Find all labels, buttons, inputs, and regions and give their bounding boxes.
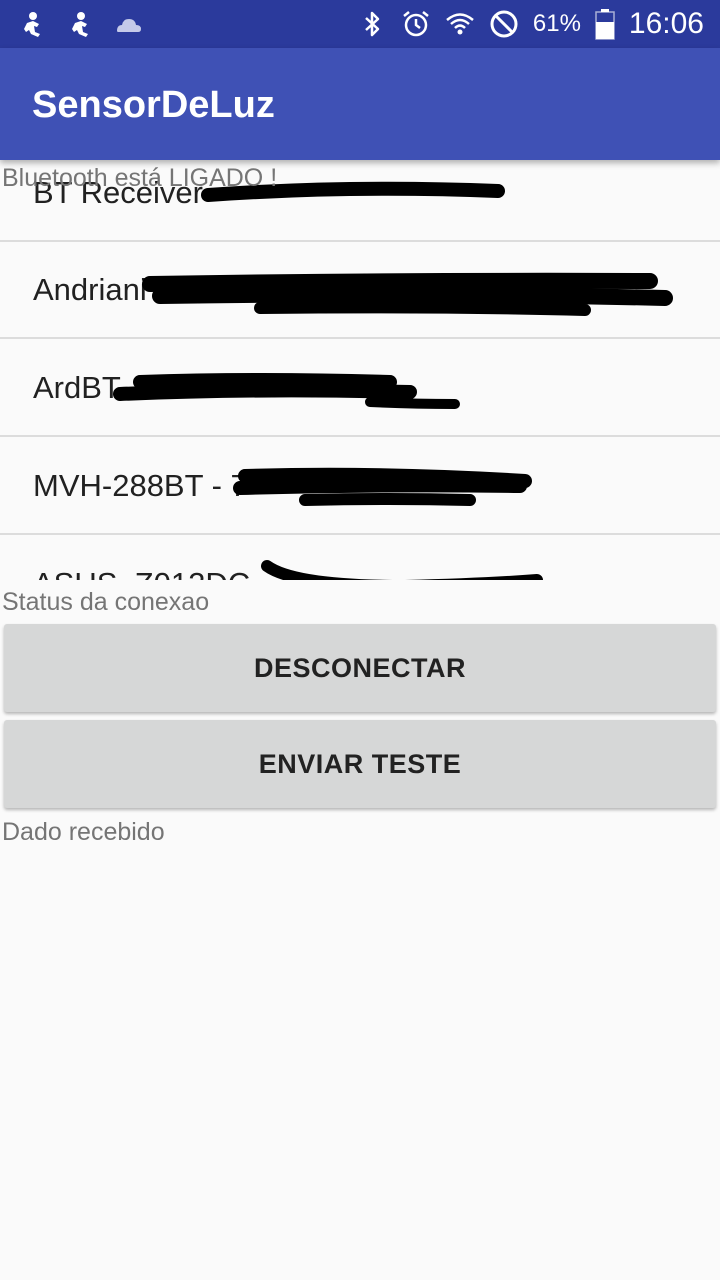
- send-test-button[interactable]: ENVIAR TESTE: [4, 720, 716, 808]
- disconnect-button[interactable]: DESCONECTAR: [4, 624, 716, 712]
- redaction-mark: [142, 272, 673, 316]
- device-name: MVH-288BT - 7: [33, 468, 248, 503]
- device-item[interactable]: MVH-288BT - 7: [0, 438, 720, 535]
- connection-status-label: Status da conexao: [2, 588, 210, 616]
- clock: 16:06: [628, 7, 704, 40]
- system-icons: 61% 16:06: [357, 4, 704, 44]
- battery-icon: [595, 9, 615, 40]
- battery-percent: 61%: [532, 10, 581, 37]
- cloud-icon: [117, 19, 141, 32]
- received-data-label: Dado recebido: [2, 818, 165, 846]
- redaction-mark: [261, 560, 543, 580]
- notification-person-icon: [24, 12, 40, 37]
- paired-devices-list[interactable]: BT Receiver Andriani ArdBT - MVH-288BT -…: [0, 160, 720, 580]
- notification-icons: [18, 10, 144, 40]
- alarm-icon: [403, 11, 429, 37]
- device-name: ASUS_Z012DC: [33, 566, 250, 580]
- bluetooth-icon: [365, 11, 380, 37]
- app-title: SensorDeLuz: [32, 84, 275, 126]
- device-item[interactable]: Andriani: [0, 242, 720, 339]
- redaction-mark: [233, 467, 532, 506]
- app-bar: SensorDeLuz: [0, 48, 720, 160]
- device-item[interactable]: ASUS_Z012DC: [0, 536, 720, 580]
- do-not-disturb-icon: [490, 10, 518, 38]
- redaction-mark: [113, 373, 460, 409]
- wifi-icon: [446, 13, 474, 35]
- device-name: Andriani: [33, 272, 147, 307]
- notification-person-icon: [72, 12, 88, 37]
- bluetooth-status-label: Bluetooth está LIGADO !: [2, 164, 278, 192]
- status-bar: 61% 16:06: [0, 0, 720, 48]
- device-item[interactable]: ArdBT -: [0, 340, 720, 437]
